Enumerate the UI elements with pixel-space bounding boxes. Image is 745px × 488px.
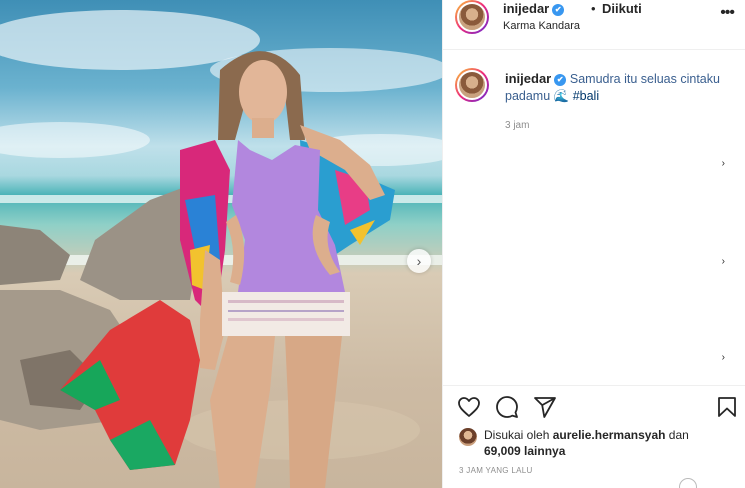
verified-badge-icon: ✔	[552, 3, 565, 16]
post-timestamp: 3 JAM YANG LALU	[459, 466, 533, 475]
liker-username[interactable]: aurelie.hermansyah	[553, 428, 666, 442]
heart-icon[interactable]	[457, 395, 481, 419]
likes-prefix: Disukai oleh	[484, 428, 550, 442]
post-actions	[457, 395, 743, 419]
chevron-right-icon: ›	[416, 253, 422, 269]
caption-avatar[interactable]	[455, 68, 489, 102]
bookmark-icon[interactable]	[715, 395, 739, 419]
likes-conjunction: dan	[668, 428, 689, 442]
likes-summary: Disukai oleh aurelie.hermansyah dan 69,0…	[484, 427, 734, 459]
post-side-panel: inijedar ✔ • Diikuti Karma Kandara ••• in…	[442, 0, 745, 488]
author-username[interactable]: inijedar ✔	[503, 1, 565, 16]
post-photo-art	[0, 10, 442, 488]
liker-avatar[interactable]	[459, 428, 477, 446]
post-caption: inijedar ✔ Samudra itu seluas cintaku pad…	[505, 70, 730, 105]
author-avatar[interactable]	[455, 0, 489, 34]
send-icon[interactable]	[533, 395, 557, 419]
caption-hashtag[interactable]: #bali	[573, 89, 599, 103]
post-header: inijedar ✔ • Diikuti Karma Kandara •••	[443, 0, 745, 50]
verified-badge-icon: ✔	[554, 73, 567, 86]
view-replies-chevron-icon[interactable]: ›	[722, 352, 725, 363]
comment-icon[interactable]	[495, 395, 519, 419]
post-photo[interactable]: ›	[0, 0, 442, 488]
caption-username[interactable]: inijedar ✔	[505, 71, 570, 86]
separator-dot: •	[591, 1, 596, 16]
likes-count[interactable]: 69,009 lainnya	[484, 444, 565, 458]
scroll-handle[interactable]	[679, 478, 697, 488]
follow-status-button[interactable]: Diikuti	[602, 1, 642, 16]
caption-time: 3 jam	[505, 120, 530, 131]
carousel-next-button[interactable]: ›	[407, 249, 431, 273]
view-replies-chevron-icon[interactable]: ›	[722, 256, 725, 267]
view-replies-chevron-icon[interactable]: ›	[722, 158, 725, 169]
actions-divider	[443, 385, 745, 386]
more-options-icon[interactable]: •••	[720, 4, 735, 22]
post-location[interactable]: Karma Kandara	[503, 20, 580, 32]
